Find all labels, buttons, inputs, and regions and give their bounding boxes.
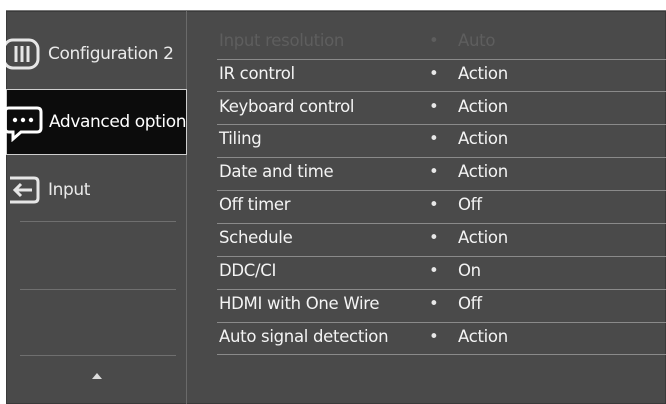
bullet: • [429, 228, 439, 247]
menu-row-name: IR control [219, 64, 295, 83]
bullet: • [429, 327, 439, 346]
menu-row-name: Date and time [219, 162, 334, 181]
menu-row-name: Keyboard control [219, 97, 355, 116]
menu-row-value: Action [458, 162, 508, 181]
bullet: • [429, 162, 439, 181]
row-divider [217, 354, 666, 355]
menu-row-auto-signal-detection[interactable]: Auto signal detection • Action [211, 321, 666, 354]
settings-list: Input resolution • Auto IR control • Act… [187, 11, 666, 404]
bullet: • [429, 97, 439, 116]
configuration-icon [6, 38, 40, 70]
menu-row-input-resolution: Input resolution • Auto [211, 25, 666, 58]
sidebar-item-label: Advanced option [49, 112, 187, 132]
menu-row-off-timer[interactable]: Off timer • Off [211, 189, 666, 222]
sidebar-item-configuration-2[interactable]: Configuration 2 [6, 21, 186, 87]
bullet: • [429, 129, 439, 148]
bullet: • [429, 195, 439, 214]
menu-row-name: Input resolution [219, 31, 345, 50]
menu-row-hdmi-with-one-wire[interactable]: HDMI with One Wire • Off [211, 288, 666, 321]
menu-row-value: Action [458, 64, 508, 83]
sidebar-divider [20, 221, 176, 222]
sidebar: Configuration 2 Advanced option Input [6, 11, 187, 404]
menu-row-name: HDMI with One Wire [219, 294, 380, 313]
osd-menu: Configuration 2 Advanced option Input In… [6, 10, 666, 404]
menu-row-name: Tiling [219, 129, 262, 148]
menu-row-name: Off timer [219, 195, 291, 214]
bullet: • [429, 64, 439, 83]
menu-row-value: Off [458, 195, 482, 214]
sidebar-divider [20, 289, 176, 290]
input-icon [10, 176, 40, 204]
sidebar-item-advanced-option[interactable]: Advanced option [6, 89, 187, 155]
menu-row-schedule[interactable]: Schedule • Action [211, 222, 666, 255]
menu-row-name: Auto signal detection [219, 327, 389, 346]
up-arrow-icon[interactable] [92, 373, 102, 379]
bullet: • [429, 294, 439, 313]
menu-row-ir-control[interactable]: IR control • Action [211, 58, 666, 91]
menu-row-tiling[interactable]: Tiling • Action [211, 123, 666, 156]
menu-row-value: Off [458, 294, 482, 313]
menu-row-name: Schedule [219, 228, 293, 247]
menu-row-value: On [458, 261, 481, 280]
menu-row-value: Auto [458, 31, 496, 50]
sidebar-item-input[interactable]: Input [6, 157, 186, 223]
menu-row-value: Action [458, 97, 508, 116]
sidebar-item-label: Configuration 2 [48, 44, 174, 64]
menu-row-ddc-ci[interactable]: DDC/CI • On [211, 255, 666, 288]
menu-row-keyboard-control[interactable]: Keyboard control • Action [211, 91, 666, 124]
advanced-option-icon [6, 106, 43, 142]
menu-row-name: DDC/CI [219, 261, 277, 280]
menu-row-value: Action [458, 228, 508, 247]
menu-row-value: Action [458, 129, 508, 148]
sidebar-item-label: Input [48, 180, 91, 200]
bullet: • [429, 31, 439, 50]
sidebar-divider [20, 355, 176, 356]
bullet: • [429, 261, 439, 280]
menu-row-value: Action [458, 327, 508, 346]
menu-row-date-and-time[interactable]: Date and time • Action [211, 156, 666, 189]
